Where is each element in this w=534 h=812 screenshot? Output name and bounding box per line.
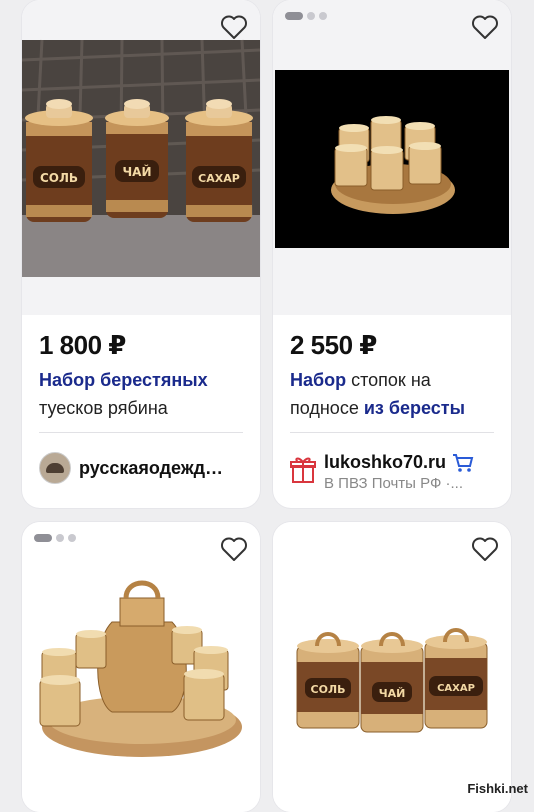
seller-row[interactable]: lukoshko70.ru В ПВЗ Почты РФ ·... [290,452,474,492]
carousel-dot [68,534,76,542]
product-image-4[interactable]: СОЛЬ ЧАЙ САХАР [273,522,511,812]
seller-name: lukoshko70.ru [324,452,447,472]
carousel-dots [34,534,76,542]
product-card-4[interactable]: СОЛЬ ЧАЙ САХАР [273,522,511,812]
carousel-dot [34,534,52,542]
product-title-link[interactable]: Набор стопок на подносе из бересты [290,366,505,422]
title-norm-2: подносе [290,398,364,418]
product-card-2[interactable]: 2 550 ₽ Набор стопок на подносе из берес… [273,0,511,508]
price: 2 550 ₽ [290,330,377,360]
title-bold: Набор берестяных [39,370,208,390]
seller-name: русскаяодежд… [79,457,224,478]
price: 1 800 ₽ [39,330,126,360]
product-card-3[interactable] [22,522,260,812]
divider [290,432,494,433]
carousel-dots [285,12,327,20]
product-title-link[interactable]: Набор берестяных туесков рябина [39,366,254,422]
jar-label-1: СОЛЬ [311,683,346,696]
watermark: Fishki.net [467,781,528,796]
title-bold-2: из бересты [363,398,465,418]
gift-icon [290,457,316,483]
heart-icon[interactable] [471,14,499,40]
carousel-dot [285,12,303,20]
cart-icon[interactable] [452,453,474,473]
title-bold-1: Набор [290,370,347,390]
delivery-info: В ПВЗ Почты РФ ·... [324,475,464,492]
heart-icon[interactable] [471,536,499,562]
carousel-dot [56,534,64,542]
heart-icon[interactable] [220,536,248,562]
jar-label-2: ЧАЙ [379,687,406,700]
heart-icon[interactable] [220,14,248,40]
jar-label-3: САХАР [437,683,475,694]
product-image-1[interactable]: СОЛЬ ЧАЙ САХАР [22,0,260,315]
seller-avatar [39,452,71,484]
divider [39,432,243,433]
jar-label-2: ЧАЙ [122,164,151,179]
title-norm-1: стопок на [346,370,431,390]
jar-label-1: СОЛЬ [40,171,78,185]
product-image-2[interactable] [273,0,511,315]
product-card-1[interactable]: СОЛЬ ЧАЙ САХАР 1 800 ₽ Набор берестяных … [22,0,260,508]
carousel-dot [319,12,327,20]
title-rest: туесков рябина [39,398,168,418]
jar-label-3: САХАР [198,172,240,185]
seller-row[interactable]: русскаяодежд… [39,452,223,484]
product-image-3[interactable] [22,522,260,812]
carousel-dot [307,12,315,20]
